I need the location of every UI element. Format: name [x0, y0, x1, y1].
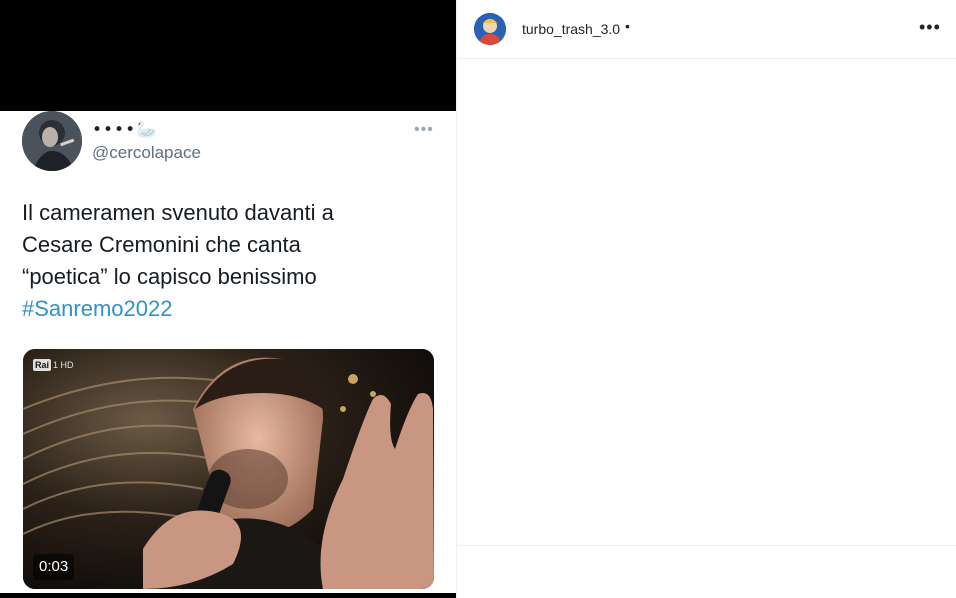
- video-duration: 0:03: [33, 554, 75, 580]
- post-username[interactable]: turbo_trash_3.0: [522, 21, 620, 37]
- media-bottom-edge: [0, 593, 456, 598]
- more-options-icon[interactable]: •••: [919, 17, 941, 38]
- separator-dot: •: [625, 18, 630, 34]
- tweet-text-line: “poetica” lo capisco benissimo: [22, 264, 317, 289]
- channel-logo: Rai 1 HD: [33, 359, 74, 371]
- profile-avatar[interactable]: [474, 13, 506, 45]
- post-header: turbo_trash_3.0 • •••: [457, 0, 956, 59]
- video-frame: [23, 349, 434, 589]
- tweet-hashtag: #Sanremo2022: [22, 296, 173, 321]
- tweet-video[interactable]: Rai 1 HD 0:03: [23, 349, 434, 589]
- tweet-text-line: Il cameramen svenuto davanti a: [22, 200, 334, 225]
- post-media[interactable]: ••••🦢 @cercolapace ••• Il cameramen sven…: [0, 0, 456, 598]
- media-letterbox: [0, 0, 456, 111]
- tweet-text-line: Cesare Cremonini che canta: [22, 232, 301, 257]
- tweet-more-icon: •••: [414, 121, 434, 138]
- tweet-display-name: ••••🦢: [92, 120, 159, 140]
- tweet-avatar: [22, 111, 82, 171]
- comments-area: [457, 60, 956, 545]
- tweet-handle: @cercolapace: [92, 143, 201, 162]
- divider: [457, 545, 956, 546]
- post-details-panel: turbo_trash_3.0 • •••: [456, 0, 956, 598]
- tweet-text: Il cameramen svenuto davanti a Cesare Cr…: [22, 197, 422, 325]
- tweet-card: ••••🦢 @cercolapace ••• Il cameramen sven…: [0, 111, 456, 598]
